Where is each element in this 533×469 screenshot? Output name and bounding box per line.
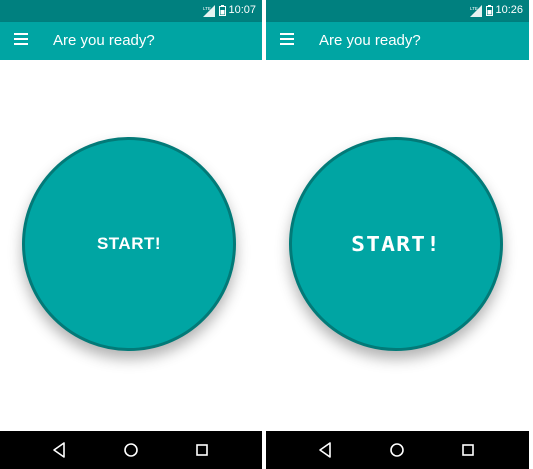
back-icon[interactable] [316, 440, 336, 460]
svg-text:LTE: LTE [470, 6, 478, 11]
hamburger-menu-icon[interactable] [14, 33, 28, 47]
app-bar-title: Are you ready? [319, 32, 421, 49]
status-bar: LTE 10:26 [266, 0, 529, 22]
navigation-bar [266, 431, 529, 469]
back-icon[interactable] [50, 440, 70, 460]
start-button-label: START! [96, 234, 162, 253]
hamburger-menu-icon[interactable] [280, 33, 294, 47]
svg-text:LTE: LTE [203, 6, 211, 11]
signal-icon: LTE [203, 5, 215, 17]
battery-icon [219, 5, 226, 16]
app-bar: Are you ready? [266, 22, 529, 60]
main-content: START! [266, 60, 529, 431]
battery-icon [486, 5, 493, 16]
phone-screen-right: LTE 10:26 Are you ready? START! [266, 0, 529, 469]
signal-icon: LTE [470, 5, 482, 17]
home-icon[interactable] [387, 440, 407, 460]
main-content: START! [0, 60, 262, 431]
start-button[interactable]: START! [289, 137, 503, 351]
app-bar-title: Are you ready? [53, 32, 155, 49]
recent-apps-icon[interactable] [458, 440, 478, 460]
app-bar: Are you ready? [0, 22, 262, 60]
home-icon[interactable] [121, 440, 141, 460]
start-button[interactable]: START! [22, 137, 236, 351]
status-time: 10:07 [228, 4, 256, 16]
phone-screen-left: LTE 10:07 Are you ready? START! [0, 0, 262, 469]
navigation-bar [0, 431, 262, 469]
status-bar: LTE 10:07 [0, 0, 262, 22]
recent-apps-icon[interactable] [192, 440, 212, 460]
start-button-label: START! [351, 232, 441, 256]
status-time: 10:26 [495, 4, 523, 16]
